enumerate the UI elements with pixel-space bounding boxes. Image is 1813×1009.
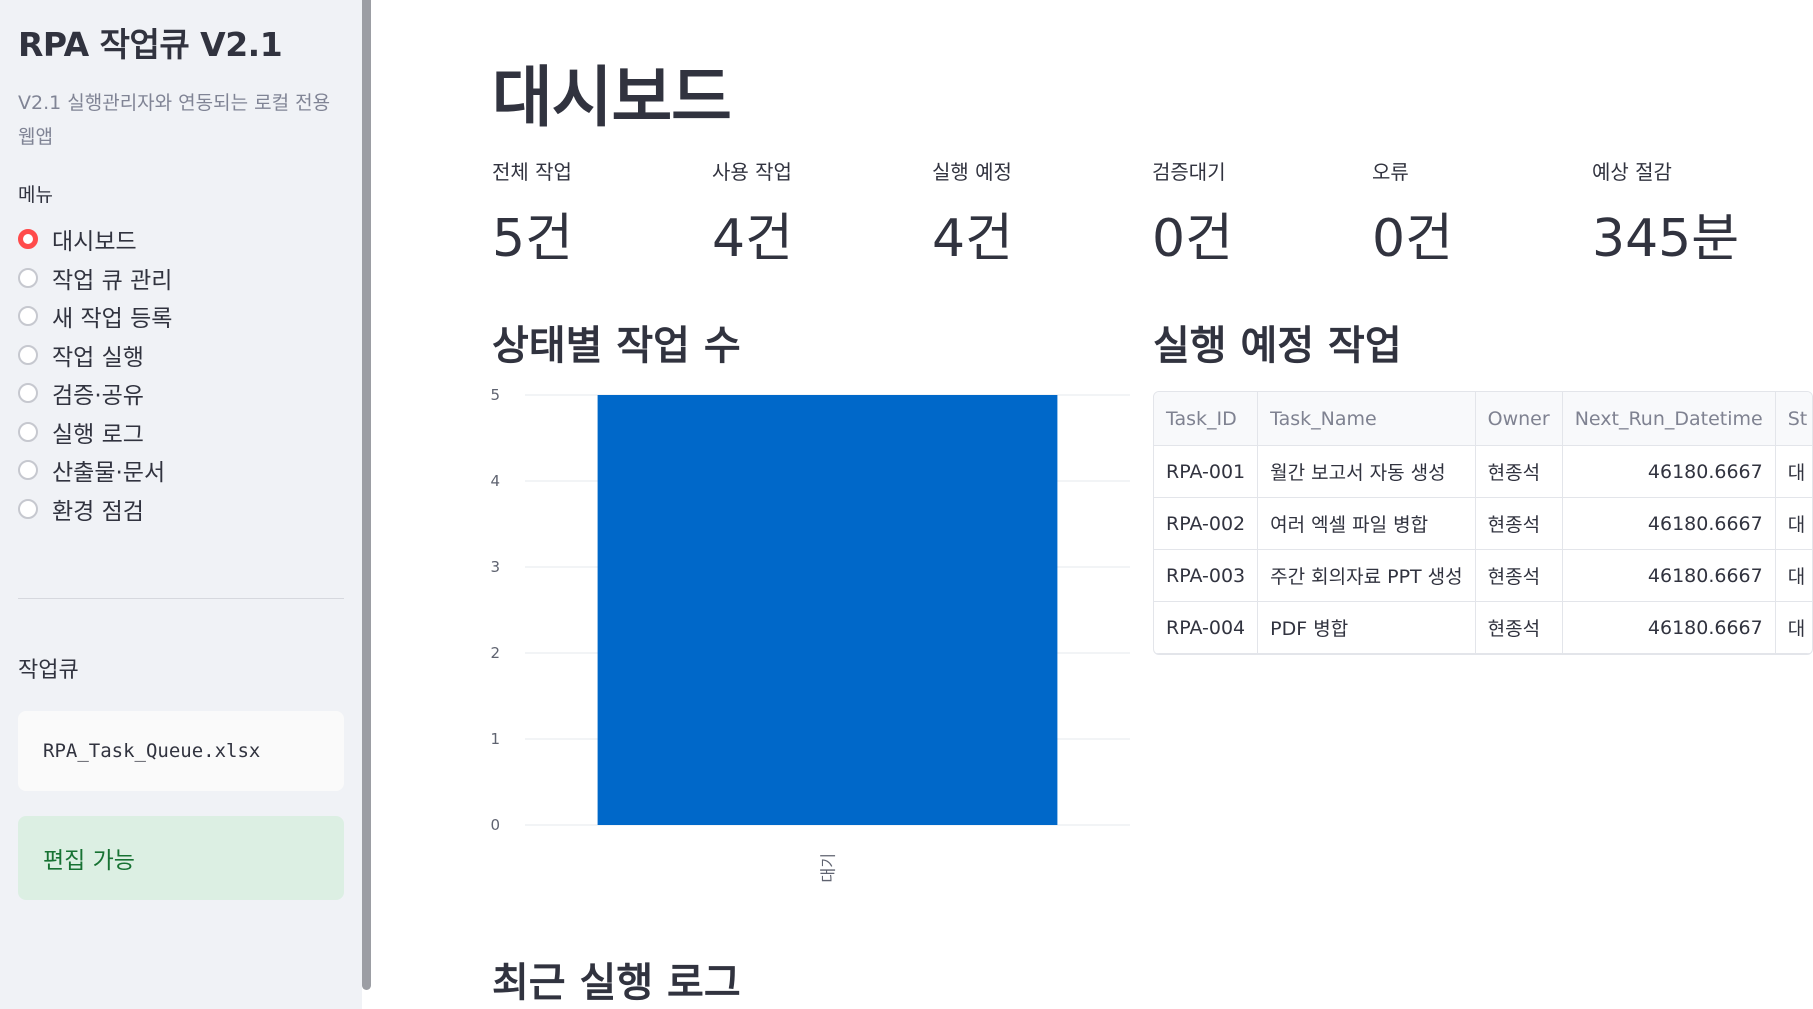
metric-label: 예상 절감 [1592, 160, 1672, 184]
table-cell[interactable]: 46180.6667 [1562, 445, 1776, 498]
column-header[interactable]: St [1775, 392, 1812, 446]
metric-value: 0건 [1152, 209, 1233, 269]
menu-item-outputs-docs[interactable]: 산출물·문서 [18, 451, 172, 490]
table-cell[interactable]: 월간 보고서 자동 생성 [1257, 445, 1476, 498]
radio-icon[interactable] [18, 306, 38, 327]
status-bar-chart-svg: 0 1 2 3 4 5 대기 [490, 386, 1130, 882]
radio-icon[interactable] [18, 344, 38, 365]
menu-item-dashboard[interactable]: 대시보드 [18, 220, 172, 259]
bar [597, 395, 1058, 825]
radio-icon[interactable] [18, 383, 38, 404]
table-cell[interactable]: 대 [1775, 549, 1812, 602]
radio-selected-icon[interactable] [18, 229, 38, 250]
metric-expected-savings: 예상 절감 345분 [1592, 156, 1802, 271]
table-row[interactable]: RPA-004 PDF 병합 현종석 46180.6667 대 [1154, 601, 1812, 654]
table-cell[interactable]: 현종석 [1475, 445, 1563, 498]
recent-log-title: 최근 실행 로그 [492, 960, 741, 1006]
table-cell[interactable]: 현종석 [1475, 497, 1563, 550]
table-cell[interactable]: 현종석 [1475, 601, 1563, 654]
table-cell[interactable]: RPA-001 [1154, 445, 1259, 498]
status-chart-title: 상태별 작업 수 [492, 323, 741, 369]
menu-item-label: 작업 큐 관리 [52, 267, 173, 294]
table-cell[interactable]: 46180.6667 [1562, 601, 1776, 654]
edit-status-alert: 편집 가능 [18, 816, 344, 900]
metric-value: 4건 [712, 209, 793, 269]
menu-item-run-log[interactable]: 실행 로그 [18, 413, 172, 452]
metric-scheduled: 실행 예정 4건 [932, 156, 1142, 271]
table-cell[interactable]: 대 [1775, 601, 1812, 654]
column-header[interactable]: Owner [1475, 392, 1563, 446]
y-tick-label: 5 [490, 386, 500, 404]
table-cell[interactable]: 현종석 [1475, 549, 1563, 602]
table-cell[interactable]: RPA-003 [1154, 549, 1259, 602]
menu-item-env-check[interactable]: 환경 점검 [18, 490, 172, 529]
menu-item-label: 작업 실행 [52, 344, 144, 371]
metric-value: 4건 [932, 209, 1013, 269]
menu-item-label: 환경 점검 [52, 498, 144, 525]
metric-pending-verify: 검증대기 0건 [1152, 156, 1362, 271]
table-cell[interactable]: RPA-002 [1154, 497, 1259, 550]
y-tick-label: 4 [490, 472, 500, 490]
y-tick-label: 0 [490, 816, 500, 834]
column-header[interactable]: Task_Name [1257, 392, 1476, 446]
app-title: RPA 작업큐 V2.1 [18, 25, 283, 64]
menu-item-run-task[interactable]: 작업 실행 [18, 336, 172, 375]
y-tick-label: 2 [490, 644, 500, 662]
metric-value: 5건 [492, 209, 573, 269]
menu-item-label: 검증·공유 [52, 383, 144, 410]
table-cell[interactable]: 46180.6667 [1562, 497, 1776, 550]
metric-value: 0건 [1372, 209, 1453, 269]
sidebar: RPA 작업큐 V2.1 V2.1 실행관리자와 연동되는 로컬 전용 웹앱 메… [0, 0, 362, 1009]
sidebar-divider [18, 598, 344, 599]
metric-label: 오류 [1372, 160, 1409, 184]
menu-item-label: 새 작업 등록 [52, 306, 173, 333]
table-cell[interactable]: 46180.6667 [1562, 549, 1776, 602]
sidebar-scrollbar[interactable] [362, 0, 371, 990]
y-tick-label: 1 [490, 730, 500, 748]
table-cell[interactable]: PDF 병합 [1257, 601, 1476, 654]
menu-item-new-task[interactable]: 새 작업 등록 [18, 297, 172, 336]
table-header-row: Task_ID Task_Name Owner Next_Run_Datetim… [1154, 392, 1812, 446]
scheduled-tasks-table[interactable]: Task_ID Task_Name Owner Next_Run_Datetim… [1153, 391, 1813, 655]
metric-label: 전체 작업 [492, 160, 572, 184]
queue-file-code: RPA_Task_Queue.xlsx [18, 711, 344, 791]
menu-item-verify-share[interactable]: 검증·공유 [18, 374, 172, 413]
metric-label: 실행 예정 [932, 160, 1012, 184]
metric-value: 345분 [1592, 209, 1740, 269]
scheduled-tasks-title: 실행 예정 작업 [1153, 323, 1402, 369]
table-row[interactable]: RPA-001 월간 보고서 자동 생성 현종석 46180.6667 대 [1154, 445, 1812, 498]
menu-radio-group: 대시보드 작업 큐 관리 새 작업 등록 작업 실행 검증·공유 실행 로그 산… [18, 220, 172, 528]
y-tick-label: 3 [490, 558, 500, 576]
menu-item-label: 실행 로그 [52, 421, 144, 448]
menu-item-queue-management[interactable]: 작업 큐 관리 [18, 259, 172, 298]
radio-icon[interactable] [18, 498, 38, 519]
menu-label: 메뉴 [18, 184, 53, 206]
metric-errors: 오류 0건 [1372, 156, 1582, 271]
queue-label: 작업큐 [18, 658, 79, 683]
table-cell[interactable]: 대 [1775, 497, 1812, 550]
table-cell[interactable]: 대 [1775, 445, 1812, 498]
table-row[interactable]: RPA-002 여러 엑셀 파일 병합 현종석 46180.6667 대 [1154, 497, 1812, 550]
radio-icon[interactable] [18, 267, 38, 288]
metric-label: 사용 작업 [712, 160, 792, 184]
x-tick-label: 대기 [819, 853, 838, 882]
metric-total-tasks: 전체 작업 5건 [492, 156, 702, 271]
status-bar-chart: 0 1 2 3 4 5 대기 [480, 380, 1140, 904]
menu-item-label: 대시보드 [52, 229, 137, 256]
table-cell[interactable]: 여러 엑셀 파일 병합 [1257, 497, 1476, 550]
metric-active-tasks: 사용 작업 4건 [712, 156, 922, 271]
radio-icon[interactable] [18, 421, 38, 442]
menu-item-label: 산출물·문서 [52, 460, 166, 487]
table-cell[interactable]: RPA-004 [1154, 601, 1259, 654]
radio-icon[interactable] [18, 460, 38, 481]
metric-label: 검증대기 [1152, 160, 1226, 184]
app-description: V2.1 실행관리자와 연동되는 로컬 전용 웹앱 [18, 92, 331, 148]
column-header[interactable]: Next_Run_Datetime [1562, 392, 1776, 446]
page-title: 대시보드 [492, 59, 732, 136]
column-header[interactable]: Task_ID [1154, 392, 1259, 446]
table-cell[interactable]: 주간 회의자료 PPT 생성 [1257, 549, 1476, 602]
table-row[interactable]: RPA-003 주간 회의자료 PPT 생성 현종석 46180.6667 대 [1154, 549, 1812, 602]
